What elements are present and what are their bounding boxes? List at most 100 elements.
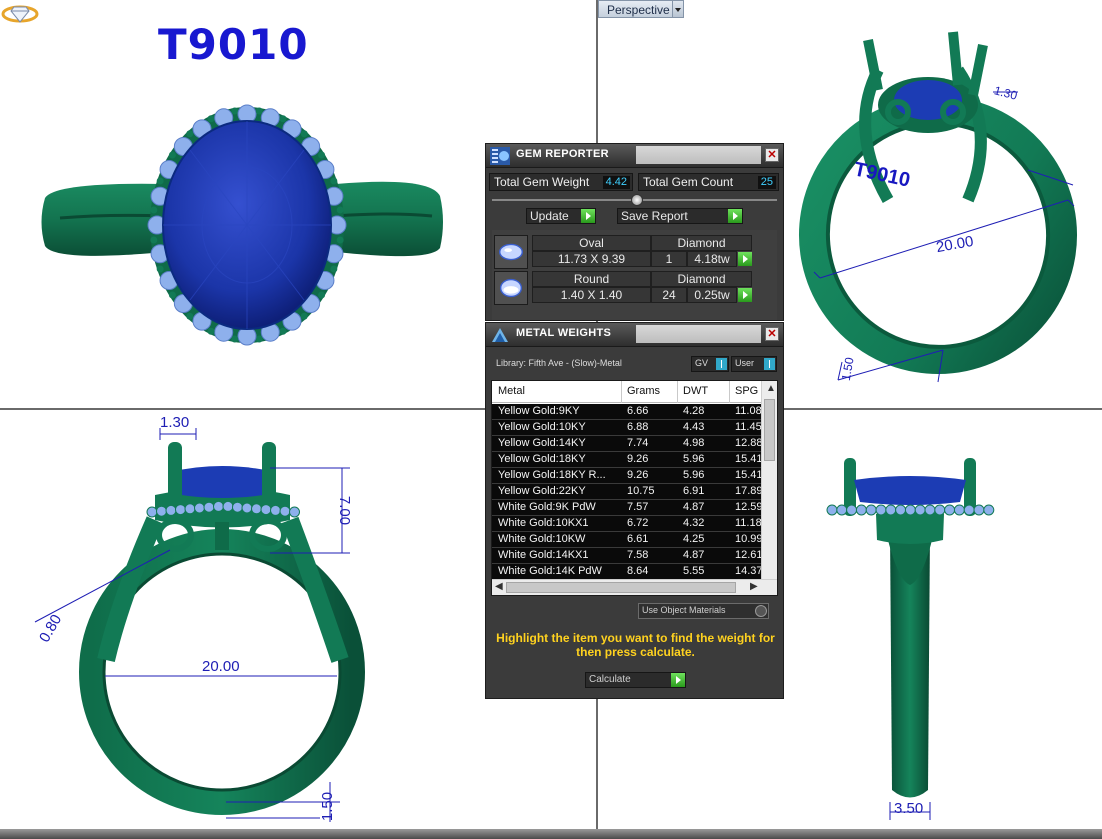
- halo-stone: [875, 504, 887, 516]
- halo-stone: [203, 501, 215, 513]
- save-report-button[interactable]: Save Report: [617, 208, 743, 224]
- prong: [255, 107, 263, 115]
- play-icon[interactable]: [738, 252, 752, 266]
- oval-gem-icon: [494, 235, 528, 269]
- size-slider-handle[interactable]: [631, 194, 643, 206]
- gem-shape: Round: [532, 271, 651, 287]
- halo-stone: [983, 504, 995, 516]
- halo-stone: [855, 504, 867, 516]
- table-row[interactable]: Yellow Gold:14KY 7.74 4.98 12.88: [492, 436, 763, 452]
- prong: [150, 236, 158, 244]
- scroll-right-icon[interactable]: ▶: [750, 581, 758, 593]
- play-icon: [671, 673, 685, 687]
- dwt-value: 5.96: [683, 453, 705, 465]
- metal-weights-table[interactable]: Metal Grams DWT SPG Yellow Gold:9KY 6.66 4…: [491, 380, 778, 596]
- library-label: Library: Fifth Ave - (Slow)-Metal: [496, 358, 622, 368]
- halo-stone: [213, 500, 224, 512]
- table-row[interactable]: White Gold:14K PdW 8.64 5.55 14.37: [492, 564, 763, 580]
- play-icon[interactable]: [738, 288, 752, 302]
- table-row[interactable]: Yellow Gold:10KY 6.88 4.43 11.45: [492, 420, 763, 436]
- dwt-value: 4.87: [683, 501, 705, 513]
- radio-icon: [755, 605, 767, 617]
- gem-row[interactable]: Oval Diamond 11.73 X 9.39 1 4.18tw: [494, 235, 752, 269]
- gem-shape: Oval: [532, 235, 651, 251]
- halo-stone: [953, 504, 965, 516]
- prong: [330, 177, 338, 185]
- prong: [186, 130, 194, 138]
- column-header[interactable]: Metal: [498, 385, 525, 397]
- total-gem-count-label: Total Gem Count: [643, 175, 734, 189]
- grams-value: 6.66: [627, 405, 649, 417]
- table-row[interactable]: White Gold:14KX1 7.58 4.87 12.61: [492, 548, 763, 564]
- table-row[interactable]: White Gold:10KW 6.61 4.25 10.99: [492, 532, 763, 548]
- play-icon: [728, 209, 742, 223]
- halo-stone: [973, 504, 985, 516]
- table-row[interactable]: Yellow Gold:18KY 9.26 5.96 15.41: [492, 452, 763, 468]
- scroll-left-icon[interactable]: ◀: [495, 581, 503, 593]
- table-body: Yellow Gold:9KY 6.66 4.28 11.08 Yellow Gold:…: [492, 404, 763, 580]
- gem-count: 24: [651, 287, 687, 303]
- grams-value: 9.26: [627, 469, 649, 481]
- column-header[interactable]: DWT: [683, 385, 708, 397]
- use-object-materials-select[interactable]: Use Object Materials: [638, 603, 769, 619]
- halo-stone: [914, 504, 926, 516]
- prong: [300, 130, 308, 138]
- header-band: [636, 146, 761, 164]
- scroll-thumb[interactable]: [764, 399, 775, 461]
- dwt-value: 4.43: [683, 421, 705, 433]
- prong: [318, 151, 326, 159]
- halo-stone: [232, 501, 243, 513]
- metal-name: Yellow Gold:18KY: [498, 453, 586, 465]
- scroll-thumb[interactable]: [506, 582, 736, 593]
- prong: [156, 265, 164, 273]
- table-row[interactable]: Yellow Gold:18KY R... 9.26 5.96 15.41: [492, 468, 763, 484]
- update-button-label: Update: [530, 209, 569, 223]
- horizontal-scrollbar[interactable]: ◀ ▶: [492, 579, 777, 595]
- update-button[interactable]: Update: [526, 208, 596, 224]
- prong: [336, 236, 344, 244]
- halo-stone: [963, 504, 975, 516]
- grams-value: 8.64: [627, 565, 649, 577]
- total-gem-count-value: 25: [757, 176, 776, 189]
- dwt-value: 4.25: [683, 533, 705, 545]
- gem-reporter-header[interactable]: GEM REPORTER ✕: [486, 144, 783, 168]
- grams-value: 6.88: [627, 421, 649, 433]
- view-mode-label[interactable]: Perspective: [598, 0, 679, 18]
- view-mode-dropdown[interactable]: [672, 0, 684, 18]
- header-band: [636, 325, 761, 343]
- scale-icon: [492, 328, 508, 342]
- halo-stone: [895, 504, 907, 516]
- halo-stone: [251, 503, 262, 515]
- gem-reporter-panel[interactable]: GEM REPORTER ✕ Total Gem Weight 4.42 Tot…: [485, 143, 784, 321]
- total-gem-weight-label: Total Gem Weight: [494, 175, 590, 189]
- close-icon[interactable]: ✕: [765, 327, 779, 341]
- halo-stone: [146, 506, 158, 518]
- dimension-prong: 1.30: [160, 414, 190, 431]
- halo-stone: [175, 504, 186, 516]
- grams-value: 9.26: [627, 453, 649, 465]
- toggle-icon: [716, 358, 727, 370]
- prong: [186, 312, 194, 320]
- table-row[interactable]: White Gold:9K PdW 7.57 4.87 12.59: [492, 500, 763, 516]
- table-row[interactable]: Yellow Gold:9KY 6.66 4.28 11.08: [492, 404, 763, 420]
- halo-stone: [885, 504, 897, 516]
- column-header[interactable]: SPG: [735, 385, 758, 397]
- prong: [300, 312, 308, 320]
- grams-value: 6.72: [627, 517, 649, 529]
- table-row[interactable]: White Gold:10KX1 6.72 4.32 11.18: [492, 516, 763, 532]
- close-icon[interactable]: ✕: [765, 148, 779, 162]
- metal-name: Yellow Gold:18KY R...: [498, 469, 606, 481]
- metal-weights-header[interactable]: METAL WEIGHTS ✕: [486, 323, 783, 347]
- halo-stone: [165, 504, 177, 516]
- status-bar: [0, 829, 1102, 839]
- gem-row[interactable]: Round Diamond 1.40 X 1.40 24 0.25tw: [494, 271, 752, 305]
- calculate-button[interactable]: Calculate: [585, 672, 686, 688]
- gv-toggle[interactable]: GV: [691, 356, 729, 372]
- table-row[interactable]: Yellow Gold:22KY 10.75 6.91 17.89: [492, 484, 763, 500]
- halo-stones-side: [826, 504, 995, 516]
- column-header[interactable]: Grams: [627, 385, 660, 397]
- vertical-scrollbar[interactable]: ▲: [761, 381, 777, 581]
- scroll-up-icon[interactable]: ▲: [766, 383, 776, 395]
- user-toggle[interactable]: User: [731, 356, 777, 372]
- metal-weights-panel[interactable]: METAL WEIGHTS ✕ Library: Fifth Ave - (Sl…: [485, 322, 784, 699]
